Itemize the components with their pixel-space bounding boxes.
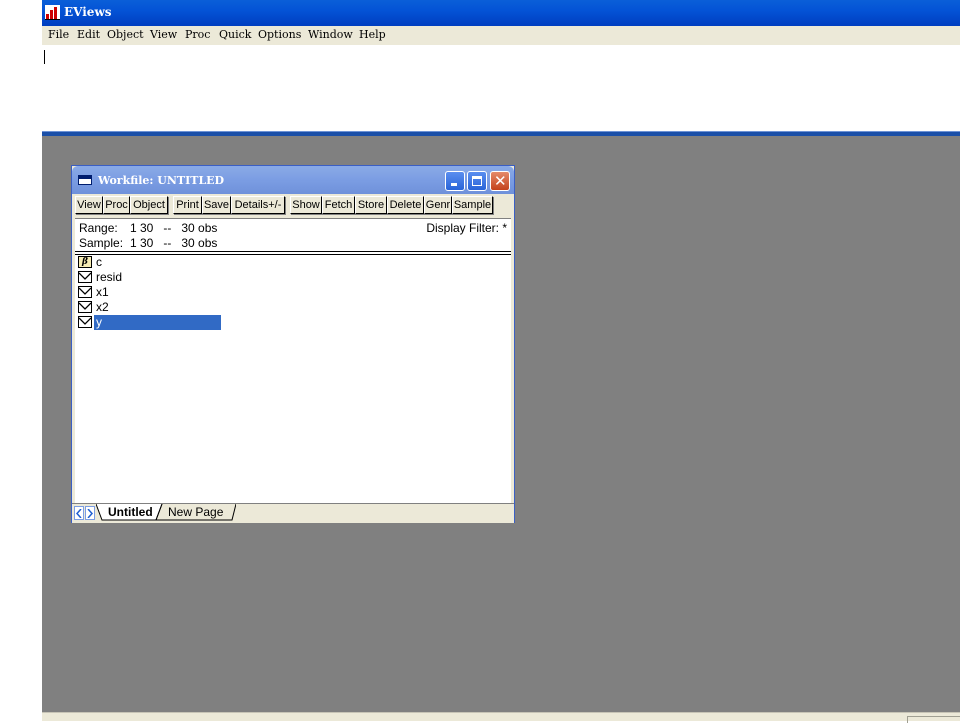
menu-object[interactable]: Object [107,28,144,41]
chevron-right-icon [87,509,94,518]
eviews-app-icon[interactable] [45,5,60,20]
display-filter[interactable]: Display Filter: * [426,221,507,235]
command-window[interactable] [42,45,960,131]
toolbar-view-button[interactable]: View [75,196,103,214]
maximize-button[interactable] [467,171,487,191]
menu-window[interactable]: Window [308,28,353,41]
series-icon [78,286,92,298]
selection-highlight [94,315,221,330]
workfile-title-bar[interactable]: Workfile: UNTITLED ✕ [72,166,514,194]
object-name: resid [96,270,123,284]
menu-file[interactable]: File [48,28,69,41]
object-name: c [96,255,102,269]
object-name: y [96,315,102,329]
toolbar-sample-button[interactable]: Sample [452,196,493,214]
toolbar-fetch-button[interactable]: Fetch [322,196,355,214]
sample-label: Sample: [79,236,124,250]
workfile-object-list[interactable]: β c resid x1 x2 y [75,255,511,503]
tab-untitled[interactable]: Untitled [108,505,153,519]
close-icon: ✕ [494,172,507,190]
toolbar-save-button[interactable]: Save [202,196,231,214]
menu-help[interactable]: Help [359,28,386,41]
workfile-title: Workfile: UNTITLED [98,174,225,187]
window-icon [78,175,92,185]
menu-bar: File Edit Object View Proc Quick Options… [42,26,960,45]
workfile-info-panel: Range: 1 30 -- 30 obs Sample: 1 30 -- 30… [75,218,511,253]
object-name: x1 [96,285,109,299]
menu-edit[interactable]: Edit [77,28,100,41]
menu-view[interactable]: View [150,28,177,41]
toolbar-delete-button[interactable]: Delete [387,196,424,214]
close-button[interactable]: ✕ [490,171,510,191]
tab-new-page[interactable]: New Page [168,505,223,519]
toolbar-proc-button[interactable]: Proc [103,196,130,214]
menu-options[interactable]: Options [258,28,301,41]
series-icon [78,301,92,313]
tab-scroll-left-button[interactable] [74,506,84,520]
toolbar-details-button[interactable]: Details+/- [231,196,285,214]
page-tab-bar: Untitled New Page [72,503,514,523]
menu-quick[interactable]: Quick [219,28,251,41]
toolbar-print-button[interactable]: Print [173,196,202,214]
command-caret [44,50,45,64]
app-title-bar[interactable]: EViews [42,0,960,26]
menu-proc[interactable]: Proc [185,28,210,41]
workfile-toolbar: View Proc Object Print Save Details+/- S… [74,196,512,216]
toolbar-genr-button[interactable]: Genr [424,196,452,214]
chevron-left-icon [76,509,82,518]
toolbar-store-button[interactable]: Store [355,196,387,214]
tab-scroll-right-button[interactable] [85,506,95,520]
workfile-window[interactable]: Workfile: UNTITLED ✕ View Proc Object Pr… [71,165,515,523]
app-title: EViews [64,5,112,19]
coefficient-icon: β [78,256,92,268]
toolbar-show-button[interactable]: Show [290,196,322,214]
sample-value: 1 30 -- 30 obs [130,236,218,250]
range-label: Range: [79,221,118,235]
minimize-button[interactable] [445,171,465,191]
series-icon [78,271,92,283]
object-name: x2 [96,300,109,314]
range-value: 1 30 -- 30 obs [130,221,218,235]
series-icon [78,316,92,328]
toolbar-object-button[interactable]: Object [130,196,168,214]
